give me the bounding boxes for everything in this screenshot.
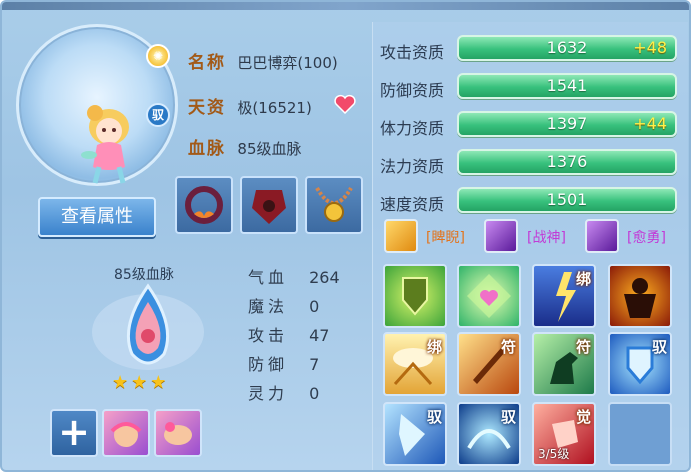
skill-slot-9[interactable]: 驭 xyxy=(383,402,447,466)
aptitude-bar-defense: 1541 xyxy=(457,73,677,99)
skill-tag: 符 xyxy=(500,338,516,356)
aptitude-label-defense: 防御资质 xyxy=(380,81,445,100)
stat-value: 0 xyxy=(309,297,320,316)
skill-slot-7[interactable]: 符 xyxy=(532,332,596,396)
sun-badge-icon: ✺ xyxy=(146,44,170,68)
talent-row: 天资 极(16521) xyxy=(188,93,312,118)
trait-label-zhanshen: [战神] xyxy=(527,230,566,246)
bloodline-row: 血脉 85级血脉 xyxy=(188,134,302,159)
necklace-icon xyxy=(315,186,353,222)
aptitude-label-attack: 攻击资质 xyxy=(380,43,445,62)
plus-icon: + xyxy=(58,410,90,454)
stat-value: 7 xyxy=(309,355,320,374)
heart-icon[interactable] xyxy=(334,94,356,114)
aptitude-bar-attack: 1632 +48 xyxy=(457,35,677,61)
stat-row-attack: 攻击 47 xyxy=(248,322,329,346)
skill-level: 3/5级 xyxy=(538,447,570,461)
stat-value: 264 xyxy=(309,268,340,287)
equip-slot-collar[interactable] xyxy=(175,176,233,234)
skill-slot-5[interactable]: 绑 xyxy=(383,332,447,396)
aptitude-label-speed: 速度资质 xyxy=(380,195,445,214)
skill-slot-2[interactable] xyxy=(457,264,521,328)
bloodline-label: 血脉 xyxy=(188,139,226,159)
pet-character-image xyxy=(81,105,129,184)
stat-row-mp: 魔法 0 xyxy=(248,293,319,317)
warrior-icon xyxy=(624,278,656,318)
stat-value: 47 xyxy=(309,326,330,345)
aptitude-bonus: +48 xyxy=(633,38,667,57)
aptitude-bar-magic: 1376 xyxy=(457,149,677,175)
bloodline-stars: ★★★ xyxy=(112,372,170,393)
trait-icon-yuyong[interactable] xyxy=(585,219,619,253)
skill-slot-10[interactable]: 驭 xyxy=(457,402,521,466)
name-label: 名称 xyxy=(188,53,226,73)
pet-detail-panel: ✺ 驭 名称 巴巴博弈(100) 天资 极(16521) 血脉 85级血脉 查看… xyxy=(0,0,691,472)
collar-icon xyxy=(185,186,223,224)
stat-label: 攻击 xyxy=(248,326,289,345)
top-frame-bar xyxy=(2,2,689,10)
bloodline-item-icon xyxy=(110,422,142,447)
stat-row-defense: 防御 7 xyxy=(248,351,319,375)
bloodline-title: 85级血脉 xyxy=(114,267,174,283)
equip-slot-armor[interactable] xyxy=(240,176,298,234)
stat-label: 气血 xyxy=(248,268,289,287)
bloodline-item-icon xyxy=(164,422,192,445)
skill-tag: 觉 xyxy=(575,408,591,426)
skill-slot-6[interactable]: 符 xyxy=(457,332,521,396)
aptitude-value: 1376 xyxy=(546,152,588,171)
trait-label-pini: [睥睨] xyxy=(426,230,465,246)
stat-row-spirit: 灵力 0 xyxy=(248,380,319,404)
stat-label: 魔法 xyxy=(248,297,289,316)
equip-slot-necklace[interactable] xyxy=(305,176,363,234)
stat-value: 0 xyxy=(309,384,320,403)
bloodline-item-slot-2[interactable] xyxy=(154,409,202,457)
pet-name-row: 名称 巴巴博弈(100) xyxy=(188,48,338,73)
aptitude-bar-stamina: 1397 +44 xyxy=(457,111,677,137)
aptitude-label-stamina: 体力资质 xyxy=(380,119,445,138)
trait-icon-zhanshen[interactable] xyxy=(484,219,518,253)
stat-label: 灵力 xyxy=(248,384,289,403)
stat-row-hp: 气血 264 xyxy=(248,264,340,288)
skill-slot-empty[interactable] xyxy=(608,402,672,466)
trait-label-yuyong: [愈勇] xyxy=(627,230,666,246)
skill-tag: 绑 xyxy=(426,338,442,356)
skill-tag: 绑 xyxy=(575,270,591,288)
aptitude-value: 1501 xyxy=(546,190,588,209)
aptitude-bar-speed: 1501 xyxy=(457,187,677,213)
skill-slot-4[interactable] xyxy=(608,264,672,328)
skill-tag: 符 xyxy=(575,338,591,356)
skill-slot-1[interactable] xyxy=(383,264,447,328)
add-slot-button[interactable]: + xyxy=(50,409,98,457)
armor-icon xyxy=(252,190,286,224)
bloodline-emblem-icon[interactable] xyxy=(88,282,208,374)
stat-label: 防御 xyxy=(248,355,289,374)
pet-name: 巴巴博弈(100) xyxy=(237,54,338,72)
skill-slot-11[interactable]: 觉 3/5级 xyxy=(532,402,596,466)
skill-slot-3[interactable]: 绑 xyxy=(532,264,596,328)
view-attributes-button[interactable]: 查看属性 xyxy=(38,197,156,237)
talent-value: 极(16521) xyxy=(237,99,312,117)
skill-slot-8[interactable]: 驭 xyxy=(608,332,672,396)
aptitude-bonus: +44 xyxy=(633,114,667,133)
aptitude-value: 1541 xyxy=(546,76,588,95)
talent-label: 天资 xyxy=(188,98,226,118)
bloodline-value: 85级血脉 xyxy=(237,140,302,158)
skill-tag: 驭 xyxy=(500,408,516,426)
heart-diamond-icon xyxy=(467,274,511,318)
aptitude-label-magic: 法力资质 xyxy=(380,157,445,176)
skill-tag: 驭 xyxy=(426,408,442,426)
skill-tag: 驭 xyxy=(651,338,667,356)
bloodline-item-slot-1[interactable] xyxy=(102,409,150,457)
shield-icon xyxy=(402,277,428,316)
tame-badge-icon: 驭 xyxy=(146,103,170,127)
trait-icon-pini[interactable] xyxy=(384,219,418,253)
